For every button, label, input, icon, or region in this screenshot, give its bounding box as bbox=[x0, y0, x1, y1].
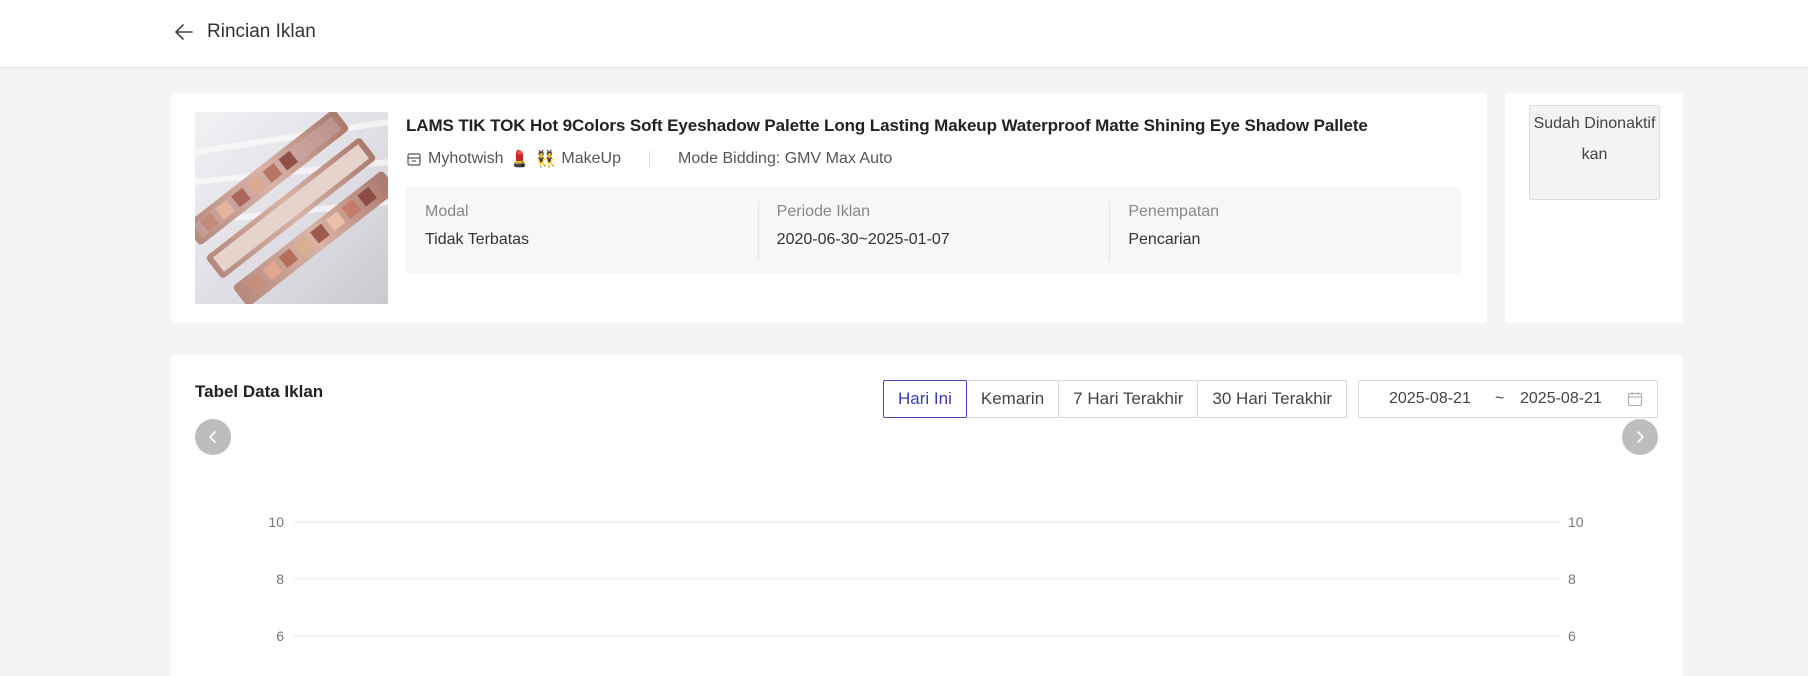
date-range-tabs: Hari Ini Kemarin 7 Hari Terakhir 30 Hari… bbox=[883, 380, 1348, 418]
store-name: Myhotwish bbox=[428, 150, 504, 167]
info-label: Periode Iklan bbox=[776, 203, 871, 220]
y-tick-right: 6 bbox=[1568, 628, 1576, 644]
page-title: Rincian Iklan bbox=[207, 21, 316, 42]
chevron-left-icon bbox=[209, 431, 216, 443]
y-tick-right: 8 bbox=[1568, 571, 1576, 587]
arrow-left-icon[interactable] bbox=[172, 20, 196, 44]
ad-data-chart: 10 10 8 8 6 6 bbox=[268, 514, 1584, 644]
date-separator: ~ bbox=[1495, 390, 1505, 407]
lipstick-emoji: 💄 bbox=[509, 151, 530, 168]
info-value: Pencarian bbox=[1128, 231, 1201, 248]
dancers-emoji: 👯 bbox=[535, 151, 556, 168]
y-tick-left: 10 bbox=[268, 514, 284, 530]
info-value: 2020-06-30~2025-01-07 bbox=[776, 231, 950, 248]
info-label: Penempatan bbox=[1128, 203, 1220, 220]
product-image bbox=[195, 112, 388, 304]
info-value: Tidak Terbatas bbox=[425, 231, 530, 248]
range-yesterday-button[interactable]: Kemarin bbox=[965, 380, 1060, 418]
info-period: Periode Iklan 2020-06-30~2025-01-07 bbox=[757, 187, 1110, 274]
store-category: MakeUp bbox=[561, 150, 621, 167]
chart-next-button[interactable] bbox=[1622, 419, 1658, 455]
header: Rincian Iklan bbox=[172, 20, 316, 44]
info-placement: Penempatan Pencarian bbox=[1109, 187, 1461, 274]
chart-prev-button[interactable] bbox=[195, 419, 231, 455]
chevron-right-icon bbox=[1637, 431, 1644, 443]
ad-data-card: Tabel Data Iklan Hari Ini Kemarin 7 Hari… bbox=[171, 355, 1683, 676]
meta-divider bbox=[649, 151, 650, 167]
date-end[interactable]: 2025-08-21 bbox=[1520, 390, 1602, 408]
status-badge[interactable]: Sudah Dinonaktifkan bbox=[1529, 105, 1660, 200]
product-card: LAMS TIK TOK Hot 9Colors Soft Eyeshadow … bbox=[171, 93, 1487, 323]
date-range-picker[interactable]: 2025-08-21 ~ 2025-08-21 bbox=[1358, 380, 1658, 418]
range-7-days-button[interactable]: 7 Hari Terakhir bbox=[1058, 380, 1199, 418]
section-title: Tabel Data Iklan bbox=[195, 382, 324, 401]
date-start[interactable]: 2025-08-21 bbox=[1389, 390, 1471, 408]
status-card: Sudah Dinonaktifkan bbox=[1505, 93, 1683, 323]
top-bar: Rincian Iklan bbox=[0, 0, 1808, 68]
y-tick-right: 10 bbox=[1568, 514, 1584, 530]
y-tick-left: 6 bbox=[276, 628, 284, 644]
calendar-icon[interactable] bbox=[1627, 391, 1643, 407]
product-meta: Myhotwish 💄 👯 MakeUp Mode Bidding: GMV M… bbox=[406, 149, 892, 169]
y-tick-left: 8 bbox=[276, 571, 284, 587]
product-title: LAMS TIK TOK Hot 9Colors Soft Eyeshadow … bbox=[406, 116, 1368, 135]
range-today-button[interactable]: Hari Ini bbox=[883, 380, 967, 418]
range-30-days-button[interactable]: 30 Hari Terakhir bbox=[1197, 380, 1348, 418]
info-budget: Modal Tidak Terbatas bbox=[406, 187, 758, 274]
bidding-mode: Mode Bidding: GMV Max Auto bbox=[678, 150, 893, 167]
store-icon bbox=[407, 153, 421, 166]
ad-info-box: Modal Tidak Terbatas Periode Iklan 2020-… bbox=[406, 187, 1461, 274]
info-label: Modal bbox=[425, 203, 469, 220]
